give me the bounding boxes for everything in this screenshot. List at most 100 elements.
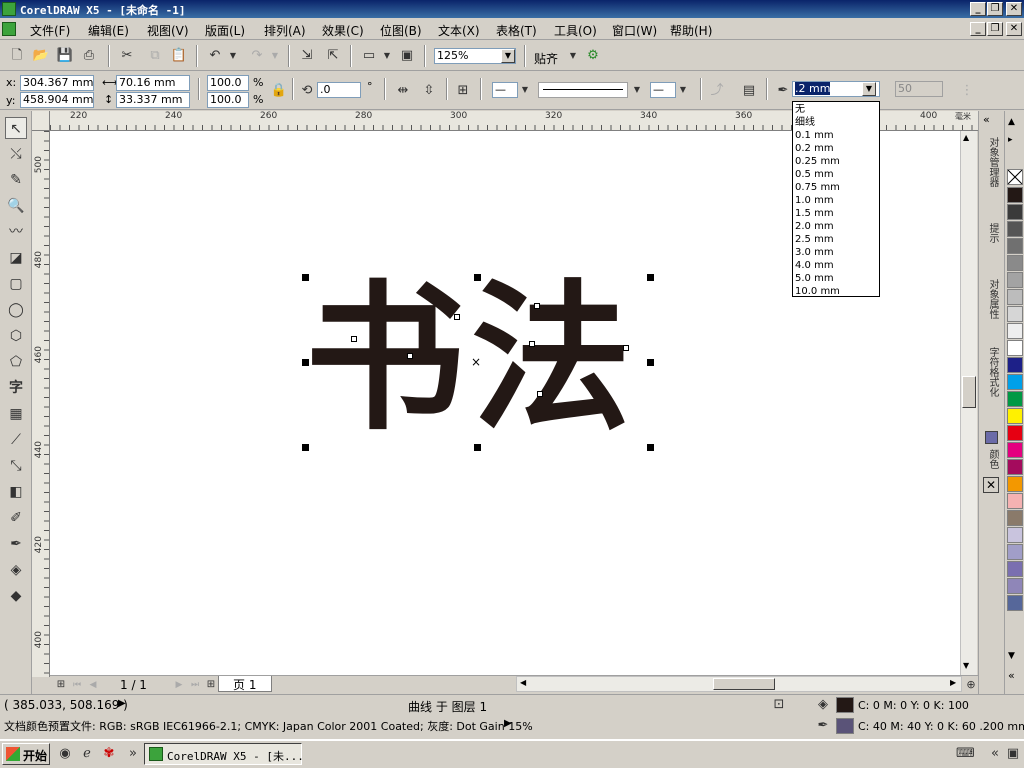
outline-option[interactable]: 4.0 mm [795,259,834,272]
width-field[interactable]: 70.16 mm [116,75,190,91]
redo-dropdown-icon[interactable]: ▼ [266,47,284,65]
curve-node[interactable] [454,314,460,320]
outline-option[interactable]: 细线 [795,116,815,129]
no-color-swatch[interactable] [1007,169,1023,185]
coreldraw-app-icon[interactable] [2,2,16,16]
menu-bitmaps[interactable]: 位图(B) [380,22,422,39]
menu-view[interactable]: 视图(V) [147,22,189,39]
prev-page-icon[interactable]: ◀ [84,676,102,694]
selection-handle[interactable] [302,274,309,281]
chrome-quicklaunch-icon[interactable]: ◉ [56,745,74,763]
end-arrowhead-select[interactable]: — [650,82,676,98]
vertical-scroll-thumb[interactable] [962,376,976,408]
options-icon[interactable]: ⚙ [584,47,602,65]
outline-option[interactable]: 无 [795,103,805,116]
vertical-scrollbar[interactable]: ▲ ▼ [960,131,977,677]
cut-icon[interactable]: ✂ [118,47,136,65]
fill-color-swatch[interactable] [836,697,854,713]
palette-swatch[interactable] [1007,255,1023,271]
outline-option[interactable]: 5.0 mm [795,272,834,285]
y-position-field[interactable]: 458.904 mm [20,92,94,108]
outline-pen-status-icon[interactable]: ✒ [814,717,832,735]
outline-option[interactable]: 0.1 mm [795,129,834,142]
outline-width-dropdown-icon[interactable]: ▼ [862,82,876,96]
minimize-button[interactable]: _ [970,2,986,16]
mirror-vertical-icon[interactable]: ⇳ [420,82,438,100]
palette-swatch[interactable] [1007,391,1023,407]
horizontal-scroll-thumb[interactable] [713,678,775,690]
taskbar-button-coreldraw[interactable]: CorelDRAW X5 - [未... [144,743,304,765]
outline-color-swatch[interactable] [836,718,854,734]
outline-option[interactable]: 3.0 mm [795,246,834,259]
curve-node[interactable] [351,336,357,342]
selection-handle[interactable] [647,359,654,366]
snap-to-menu[interactable]: 贴齐 [534,50,558,67]
color-docker-swatch-icon[interactable] [985,431,998,444]
more-options-icon[interactable]: ⋮ [958,82,976,100]
maximize-button[interactable]: ❐ [987,2,1003,16]
ruler-origin[interactable] [32,111,50,131]
undo-icon[interactable]: ↶ [206,47,224,65]
pick-tool-icon[interactable]: ↖ [5,117,27,139]
menu-layout[interactable]: 版面(L) [205,22,245,39]
height-field[interactable]: 33.337 mm [116,92,190,108]
selection-handle[interactable] [647,274,654,281]
curve-node[interactable] [534,303,540,309]
curve-node[interactable] [529,341,535,347]
menu-effects[interactable]: 效果(C) [322,22,364,39]
selection-handle[interactable] [474,274,481,281]
launcher-dropdown-icon[interactable]: ▼ [378,47,396,65]
print-icon[interactable]: ⎙ [80,47,98,65]
doc-minimize-button[interactable]: _ [970,22,986,36]
docker-tab-hints[interactable]: 提示 [982,223,1000,243]
docker-tab-object-manager[interactable]: 对象管理器 [982,137,1000,187]
fill-tool-icon[interactable]: ◈ [5,559,27,581]
scroll-down-icon[interactable]: ▼ [963,661,969,670]
lock-ratio-icon[interactable]: 🔒 [270,82,288,100]
palette-swatch[interactable] [1007,289,1023,305]
import-icon[interactable]: ⇲ [298,47,316,65]
outline-option[interactable]: 10.0 mm [795,285,840,298]
scale-y-field[interactable]: 100.0 [207,92,249,108]
palette-swatch[interactable] [1007,323,1023,339]
palette-swatch[interactable] [1007,561,1023,577]
close-curve-icon[interactable]: ⤴ [708,82,726,100]
curve-node[interactable] [537,391,543,397]
zoom-tool-icon[interactable]: 🔍 [5,195,27,217]
palette-swatch[interactable] [1007,493,1023,509]
palette-scroll-up-icon[interactable]: ▲ [1008,117,1015,127]
interactive-fill-tool-icon[interactable]: ◆ [5,585,27,607]
palette-swatch[interactable] [1007,442,1023,458]
scroll-up-icon[interactable]: ▲ [963,133,969,142]
rotation-icon[interactable]: ⟲ [298,82,316,100]
curve-node[interactable] [407,353,413,359]
palette-swatch[interactable] [1007,272,1023,288]
crop-tool-icon[interactable]: ✎ [5,169,27,191]
palette-expand-icon[interactable]: « [1008,669,1015,682]
outline-style-select[interactable] [538,82,628,98]
outline-style-dropdown-icon[interactable]: ▼ [628,81,646,99]
palette-swatch[interactable] [1007,510,1023,526]
snap-status-icon[interactable]: ⊡ [770,696,788,714]
tray-expand-icon[interactable]: « [986,745,1004,763]
polygon-tool-icon[interactable]: ⬡ [5,325,27,347]
palette-scroll-down-icon[interactable]: ▼ [1008,651,1015,661]
menu-arrange[interactable]: 排列(A) [264,22,306,39]
palette-swatch[interactable] [1007,544,1023,560]
application-launcher-icon[interactable]: ▭ [360,47,378,65]
outline-option[interactable]: 0.75 mm [795,181,840,194]
palette-swatch[interactable] [1007,459,1023,475]
mirror-horizontal-icon[interactable]: ⇹ [394,82,412,100]
break-apart-icon[interactable]: ⊞ [454,82,472,100]
menu-file[interactable]: 文件(F) [30,22,70,39]
menu-help[interactable]: 帮助(H) [670,22,712,39]
miter-limit-field[interactable]: 50 [895,81,943,97]
palette-swatch[interactable] [1007,425,1023,441]
scroll-right-icon[interactable]: ▶ [950,678,956,687]
new-document-icon[interactable]: 🗋 [8,47,26,65]
menu-text[interactable]: 文本(X) [438,22,480,39]
selection-handle[interactable] [474,444,481,451]
doc-close-button[interactable]: ✕ [1006,22,1022,36]
eyedropper-tool-icon[interactable]: ✐ [5,507,27,529]
center-marker-icon[interactable]: × [471,355,481,369]
